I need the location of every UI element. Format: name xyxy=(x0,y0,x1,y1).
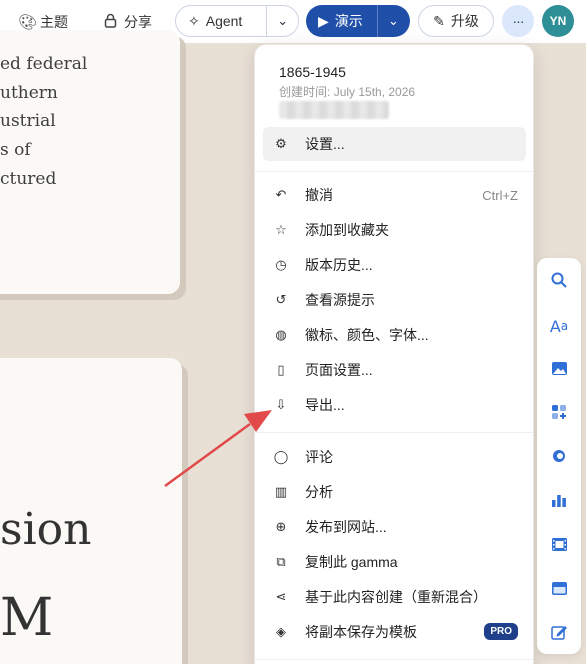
annotation-arrow xyxy=(164,410,272,488)
